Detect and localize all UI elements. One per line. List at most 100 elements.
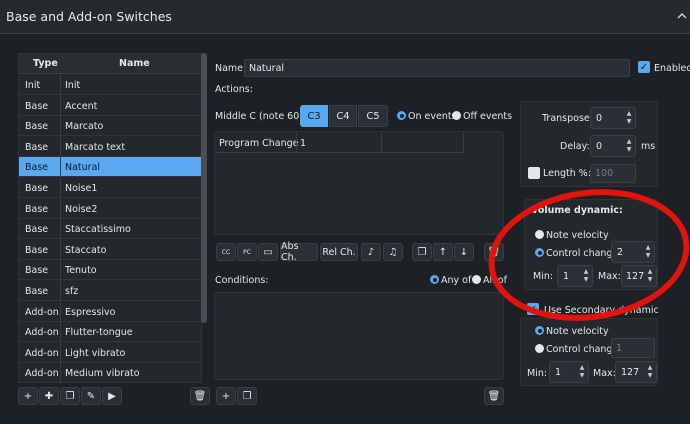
plus-icon[interactable]: + [216, 387, 236, 405]
row-name: Marcato text [65, 141, 126, 153]
length-label: Length %: [543, 168, 592, 179]
table-row[interactable]: Base Marcato [19, 116, 201, 137]
secondary-control-change-radio[interactable] [535, 344, 544, 356]
on-events-label: On events [408, 111, 457, 122]
duplicate-icon[interactable]: ❐ [412, 243, 432, 261]
rel-ch-button[interactable]: Rel Ch. [320, 243, 358, 261]
spin-arrows-icon[interactable]: ▲ ▼ [625, 110, 633, 126]
any-of-label: Any of [441, 275, 472, 286]
move-down-icon[interactable]: ↓ [454, 243, 474, 261]
column-divider [60, 136, 61, 157]
move-up-icon[interactable]: ↑ [433, 243, 453, 261]
column-header-type[interactable]: Type [33, 58, 58, 69]
add-multiple-icon[interactable]: ✚ [39, 387, 59, 405]
cc-icon[interactable]: CC [216, 243, 236, 261]
row-name: Natural [65, 162, 101, 174]
row-name: Flutter-tongue [65, 327, 133, 339]
conditions-table [214, 292, 504, 380]
column-divider [60, 219, 61, 240]
table-row[interactable]: Base Noise1 [19, 178, 201, 198]
delay-value: 0 [596, 141, 603, 152]
table-row[interactable]: Base Tenuto [19, 260, 201, 281]
middle-c-c4-button[interactable]: C4 [329, 105, 357, 127]
transpose-spinbox[interactable]: 0 ▲ ▼ [590, 107, 636, 129]
table-row[interactable]: Add-on Medium vibrato [19, 363, 201, 384]
spin-arrows-icon[interactable]: ▲ ▼ [646, 364, 654, 380]
pencil-icon[interactable]: ✎ [81, 387, 101, 405]
column-divider [60, 178, 61, 198]
conditions-label: Conditions: [215, 275, 269, 286]
secondary-min-spinbox[interactable]: 1 ▲ ▼ [549, 361, 589, 383]
length-input[interactable]: 100 [590, 164, 636, 183]
any-of-radio[interactable] [430, 275, 439, 287]
row-type: Init [25, 80, 41, 91]
column-divider [60, 260, 61, 281]
row-type: Add-on [25, 347, 59, 359]
row-name: Espressivo [65, 306, 116, 318]
table-row[interactable]: Add-on Espressivo [19, 301, 201, 322]
table-row[interactable]: Base sfz [19, 281, 201, 301]
all-of-radio[interactable] [472, 275, 481, 287]
row-type: Base [25, 224, 49, 236]
list-toolbar: + ✚ ❐ ✎ ▶ 🗑 [18, 387, 212, 407]
arpeggio-icon[interactable]: ♪ [361, 243, 381, 261]
secondary-note-velocity-radio[interactable] [535, 326, 544, 338]
name-input[interactable]: Natural [244, 59, 630, 77]
abs-ch-button[interactable]: Abs Ch. [280, 241, 318, 263]
table-row[interactable]: Base Natural [19, 157, 201, 178]
action-value-cell[interactable]: 1 [297, 133, 382, 153]
pc-icon[interactable]: PC [237, 243, 257, 261]
actions-label: Actions: [215, 84, 253, 95]
on-events-radio[interactable] [397, 111, 406, 123]
secondary-cc-input[interactable]: 1 [611, 338, 655, 358]
table-row[interactable]: Base Marcato text [19, 136, 201, 157]
table-header: Type Name [19, 54, 201, 74]
secondary-note-velocity-label: Note velocity [546, 326, 609, 337]
column-divider [60, 116, 61, 137]
duplicate-icon[interactable]: ❐ [237, 387, 257, 405]
column-divider [60, 281, 61, 301]
column-divider [60, 198, 61, 219]
table-row[interactable]: Base Staccato [19, 239, 201, 260]
enabled-label: Enabled [654, 63, 690, 74]
column-header-name[interactable]: Name [119, 58, 150, 69]
play-icon[interactable]: ▶ [102, 387, 122, 405]
delay-spinbox[interactable]: 0 ▲ ▼ [590, 135, 636, 157]
plus-icon[interactable]: + [18, 387, 38, 405]
arpeggio-down-icon[interactable]: ♫ [383, 243, 403, 261]
row-type: Base [25, 162, 49, 174]
list-scrollbar[interactable] [201, 53, 207, 323]
table-row[interactable]: Add-on Light vibrato [19, 342, 201, 363]
table-row[interactable]: Base Noise2 [19, 198, 201, 219]
row-type: Add-on [25, 306, 59, 318]
spin-arrows-icon[interactable]: ▲ ▼ [625, 138, 633, 154]
column-divider [60, 301, 61, 322]
row-type: Add-on [25, 368, 59, 380]
chevron-up-icon[interactable] [676, 10, 688, 22]
name-label: Name: [215, 63, 247, 74]
table-row[interactable]: Init Init [19, 75, 201, 95]
column-divider [60, 322, 61, 343]
trash-icon[interactable]: 🗑 [484, 387, 504, 405]
duplicate-icon[interactable]: ❐ [60, 387, 80, 405]
off-events-label: Off events [463, 111, 513, 122]
row-name: sfz [65, 286, 79, 297]
table-row[interactable]: Base Staccatissimo [19, 219, 201, 240]
secondary-control-change-label: Control change [546, 344, 619, 355]
trash-icon[interactable]: 🗑 [190, 387, 210, 405]
row-type: Base [25, 265, 49, 277]
middle-c-c5-button[interactable]: C5 [358, 105, 388, 127]
length-checkbox[interactable] [528, 167, 540, 179]
actions-table: Program Change 1 [214, 131, 504, 235]
table-row[interactable]: Add-on Flutter-tongue [19, 322, 201, 343]
action-extra-cell[interactable] [382, 133, 464, 153]
middle-c-c3-button[interactable]: C3 [300, 105, 328, 127]
table-row[interactable]: Base Accent [19, 95, 201, 116]
row-name: Staccato [65, 244, 107, 256]
spin-arrows-icon[interactable]: ▲ ▼ [578, 364, 586, 380]
window-icon[interactable]: ▭ [258, 243, 278, 261]
enabled-checkbox[interactable]: ✓ [638, 61, 650, 73]
row-type: Base [25, 121, 49, 133]
off-events-radio[interactable] [452, 111, 461, 123]
secondary-max-spinbox[interactable]: 127 ▲ ▼ [615, 361, 657, 383]
